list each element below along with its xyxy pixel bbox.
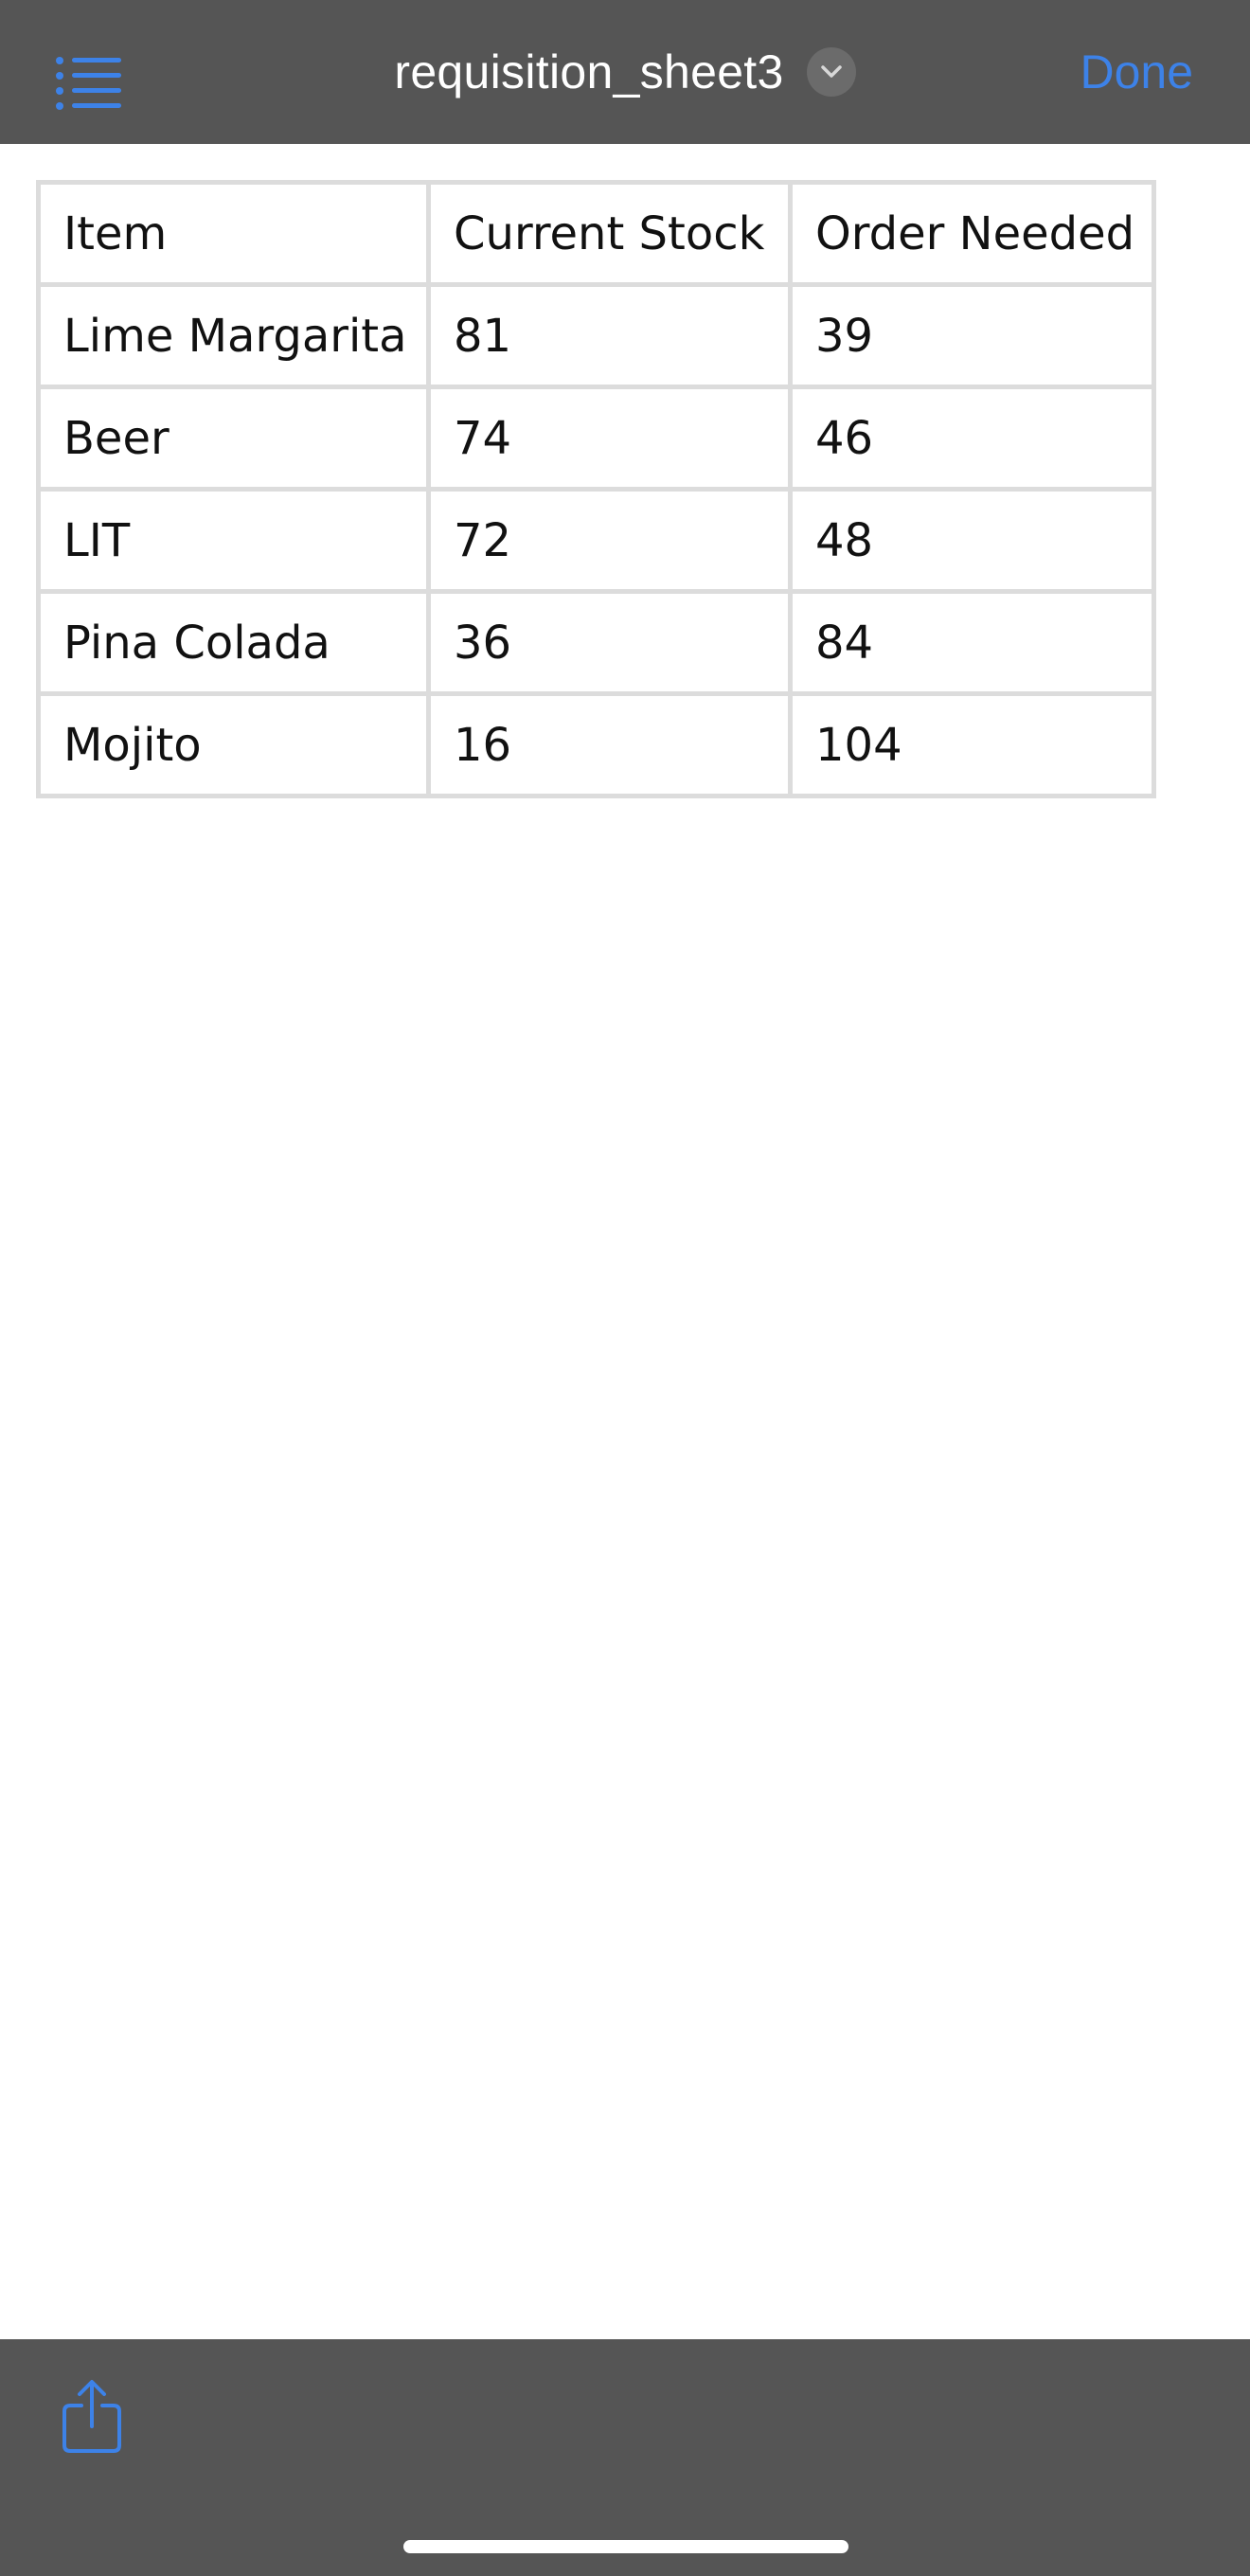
table-row: Mojito 16 104 xyxy=(36,691,1156,798)
table-cell[interactable]: 46 xyxy=(788,385,1156,492)
table-cell[interactable]: Order Needed xyxy=(788,180,1156,287)
table-cell[interactable]: 36 xyxy=(426,589,793,696)
table-cell[interactable]: Pina Colada xyxy=(36,589,431,696)
table-cell[interactable]: Lime Margarita xyxy=(36,282,431,389)
done-button[interactable]: Done xyxy=(1080,0,1193,144)
list-icon[interactable] xyxy=(55,53,131,110)
table-cell[interactable]: Current Stock xyxy=(426,180,793,287)
table-cell[interactable]: 81 xyxy=(426,282,793,389)
table-cell[interactable]: LIT xyxy=(36,487,431,594)
table-cell[interactable]: 104 xyxy=(788,691,1156,798)
table-row: LIT 72 48 xyxy=(36,487,1156,594)
table-cell[interactable]: 39 xyxy=(788,282,1156,389)
table-cell[interactable]: Beer xyxy=(36,385,431,492)
table-cell[interactable]: 84 xyxy=(788,589,1156,696)
table-row: Lime Margarita 81 39 xyxy=(36,282,1156,389)
home-indicator[interactable] xyxy=(403,2540,848,2553)
table-row: Beer 74 46 xyxy=(36,385,1156,492)
chevron-down-icon[interactable] xyxy=(806,47,856,97)
table-cell[interactable]: Item xyxy=(36,180,431,287)
table-cell[interactable]: Mojito xyxy=(36,691,431,798)
table-cell[interactable]: 72 xyxy=(426,487,793,594)
table-cell[interactable]: 16 xyxy=(426,691,793,798)
table-cell[interactable]: 48 xyxy=(788,487,1156,594)
table-header-row: Item Current Stock Order Needed xyxy=(36,180,1156,287)
share-icon[interactable] xyxy=(59,2377,125,2457)
document-title[interactable]: requisition_sheet3 xyxy=(394,45,783,99)
table-cell[interactable]: 74 xyxy=(426,385,793,492)
spreadsheet-table: Item Current Stock Order Needed Lime Mar… xyxy=(36,180,1156,798)
table-row: Pina Colada 36 84 xyxy=(36,589,1156,696)
